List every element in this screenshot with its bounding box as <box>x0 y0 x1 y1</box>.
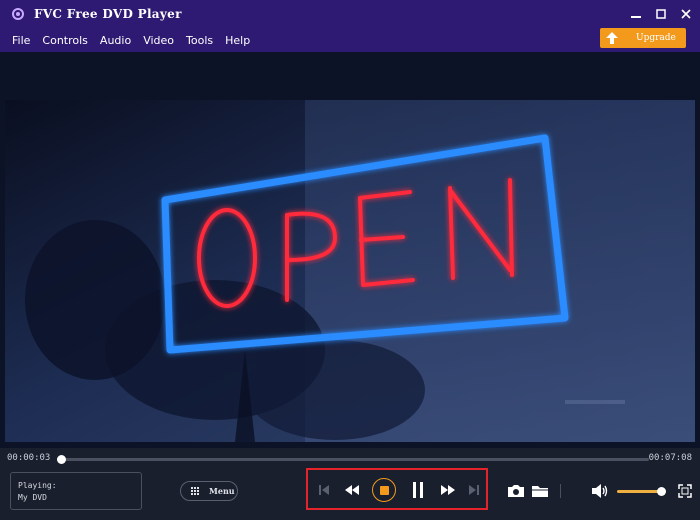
fast-forward-icon <box>441 485 455 495</box>
upload-arrow-icon <box>606 32 618 44</box>
volume-button[interactable] <box>590 481 610 501</box>
app-logo-icon <box>12 8 24 20</box>
progress-row: 00:00:03 00:07:08 <box>0 448 700 470</box>
rewind-button[interactable] <box>342 480 362 500</box>
now-playing-panel: Playing: My DVD <box>10 472 142 510</box>
menu-audio[interactable]: Audio <box>94 34 137 47</box>
skip-previous-icon <box>319 485 329 495</box>
progress-slider[interactable] <box>57 455 649 464</box>
open-folder-button[interactable] <box>530 481 550 501</box>
title-bar: FVC Free DVD Player <box>0 0 700 28</box>
stop-button[interactable] <box>372 478 396 502</box>
transport-controls <box>306 468 488 510</box>
minimize-button[interactable] <box>625 3 647 25</box>
video-image <box>5 100 695 442</box>
dvd-menu-label: Menu <box>209 486 235 496</box>
video-frame <box>5 100 695 442</box>
menu-bar: File Controls Audio Video Tools Help Upg… <box>0 28 700 52</box>
window-title: FVC Free DVD Player <box>34 7 182 21</box>
snapshot-button[interactable] <box>506 481 526 501</box>
menu-help[interactable]: Help <box>219 34 256 47</box>
skip-previous-button[interactable] <box>314 480 334 500</box>
menu-video[interactable]: Video <box>137 34 180 47</box>
stop-icon <box>379 485 389 495</box>
current-time: 00:00:03 <box>7 453 51 463</box>
control-bar: Playing: My DVD Menu <box>0 468 700 520</box>
camera-icon <box>508 485 524 497</box>
window-controls <box>625 0 700 28</box>
pause-button[interactable] <box>408 480 428 500</box>
skip-next-icon <box>469 485 479 495</box>
pause-icon <box>413 482 423 498</box>
maximize-button[interactable] <box>650 3 672 25</box>
fullscreen-icon <box>678 484 692 498</box>
upgrade-label: Upgrade <box>636 33 676 43</box>
menu-controls[interactable]: Controls <box>36 34 94 47</box>
folder-icon <box>532 486 548 497</box>
dvd-menu-button[interactable]: Menu <box>180 481 238 501</box>
volume-icon <box>592 484 608 498</box>
close-icon <box>681 9 691 19</box>
close-button[interactable] <box>675 3 697 25</box>
toolbar-divider <box>560 484 561 498</box>
fullscreen-button[interactable] <box>675 481 695 501</box>
skip-next-button[interactable] <box>464 480 484 500</box>
total-time: 00:07:08 <box>648 453 692 463</box>
rewind-icon <box>345 485 359 495</box>
now-playing-label: Playing: <box>18 481 57 490</box>
upgrade-button[interactable]: Upgrade <box>600 28 686 48</box>
video-area[interactable] <box>0 52 700 448</box>
volume-slider[interactable] <box>617 487 667 496</box>
now-playing-title: My DVD <box>18 493 47 502</box>
progress-thumb[interactable] <box>57 455 67 464</box>
volume-thumb[interactable] <box>657 487 667 496</box>
maximize-icon <box>656 9 666 19</box>
fast-forward-button[interactable] <box>438 480 458 500</box>
menu-file[interactable]: File <box>6 34 36 47</box>
minimize-icon <box>631 16 641 18</box>
menu-tools[interactable]: Tools <box>180 34 219 47</box>
grid-icon <box>191 487 199 495</box>
